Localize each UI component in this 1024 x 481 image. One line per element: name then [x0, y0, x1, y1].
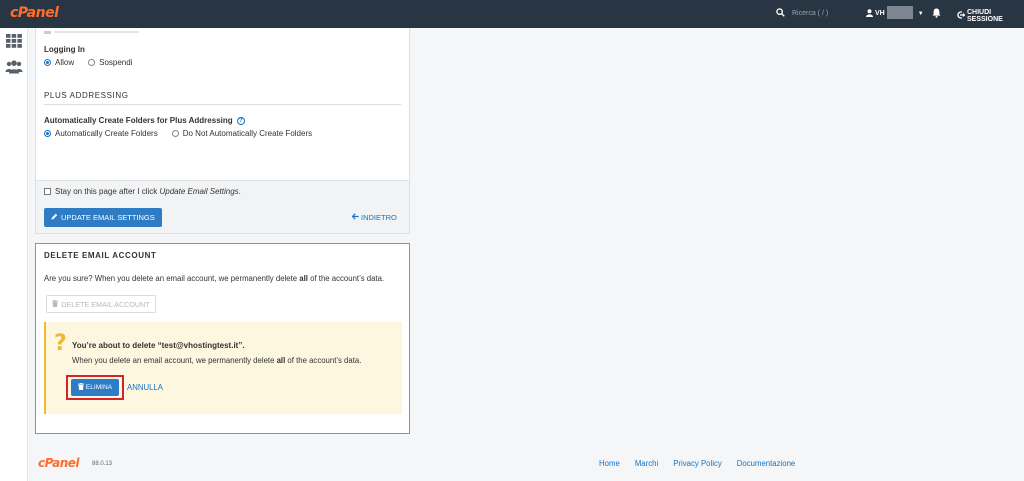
- user-name: VH: [875, 10, 885, 17]
- warning-question-icon: ?: [54, 331, 67, 356]
- bell-icon[interactable]: [932, 8, 941, 20]
- confirm-text-suffix: of the account’s data.: [285, 356, 362, 365]
- radio-auto-create-label[interactable]: Automatically Create Folders: [55, 129, 158, 138]
- elimina-button[interactable]: ELIMINA: [71, 379, 119, 396]
- top-bar: cPanel Ricerca ( / ) VH ▼ CHIUDI SESSION…: [0, 0, 1024, 28]
- delete-warning-bold: all: [299, 274, 308, 283]
- delete-email-account-panel: DELETE EMAIL ACCOUNT Are you sure? When …: [35, 243, 410, 434]
- arrow-left-icon: [351, 213, 359, 222]
- radio-sospendi-label[interactable]: Sospendi: [99, 58, 132, 67]
- radio-auto-create[interactable]: [44, 130, 51, 137]
- logout-label: CHIUDI SESSIONE: [967, 9, 1003, 23]
- trash-icon: [52, 299, 59, 309]
- logout-icon: [957, 11, 966, 21]
- update-email-settings-button[interactable]: UPDATE EMAIL SETTINGS: [44, 208, 162, 227]
- clipped-previous-row: [44, 28, 401, 34]
- chevron-down-icon[interactable]: ▼: [918, 11, 924, 17]
- footer-links: Home Marchi Privacy Policy Documentazion…: [599, 459, 795, 468]
- redacted-username: [886, 6, 913, 19]
- question-icon[interactable]: ?: [236, 117, 245, 125]
- logging-in-label: Logging In: [44, 45, 85, 54]
- cpanel-logo[interactable]: cPanel: [10, 5, 59, 21]
- delete-email-account-label: DELETE EMAIL ACCOUNT: [61, 299, 150, 309]
- confirm-title: You’re about to delete “test@vhostingtes…: [72, 341, 245, 350]
- plus-addressing-label: Automatically Create Folders for Plus Ad…: [44, 116, 401, 125]
- footer-cpanel-logo[interactable]: cPanel: [38, 456, 80, 470]
- search-icon[interactable]: [776, 8, 785, 19]
- stay-on-page-checkbox[interactable]: [44, 188, 51, 195]
- email-settings-panel: Logging In Allow Sospendi PLUS ADDRESSIN…: [35, 28, 410, 234]
- logout-button[interactable]: CHIUDI SESSIONE: [957, 9, 1024, 23]
- delete-section-title: DELETE EMAIL ACCOUNT: [44, 251, 157, 260]
- stay-label-emphasis: Update Email Settings: [159, 187, 239, 196]
- radio-allow-label[interactable]: Allow: [55, 58, 74, 67]
- footer-link-documentazione[interactable]: Documentazione: [737, 459, 796, 468]
- user-menu[interactable]: VH ▼: [866, 6, 924, 19]
- search-box[interactable]: Ricerca ( / ): [776, 8, 828, 19]
- stay-label-suffix: .: [238, 187, 241, 196]
- footer-link-privacy[interactable]: Privacy Policy: [673, 459, 722, 468]
- confirm-text-prefix: When you delete an email account, we per…: [72, 356, 277, 365]
- radio-sospendi[interactable]: [88, 59, 96, 66]
- delete-warning-prefix: Are you sure? When you delete an email a…: [44, 274, 300, 283]
- search-input[interactable]: Ricerca ( / ): [792, 10, 828, 17]
- delete-confirmation-alert: ? You’re about to delete “test@vhostingt…: [44, 322, 402, 414]
- footer-link-home[interactable]: Home: [599, 459, 620, 468]
- plus-addressing-heading: PLUS ADDRESSING: [44, 91, 401, 105]
- annulla-link[interactable]: ANNULLA: [127, 383, 163, 392]
- stay-on-page-row: Stay on this page after I click Update E…: [44, 187, 401, 196]
- form-actions: Stay on this page after I click Update E…: [36, 180, 409, 233]
- radio-no-auto-create[interactable]: [171, 130, 179, 137]
- back-link-label: INDIETRO: [361, 213, 397, 222]
- update-email-settings-label: UPDATE EMAIL SETTINGS: [61, 213, 155, 222]
- pencil-icon: [51, 213, 58, 222]
- delete-email-account-button: DELETE EMAIL ACCOUNT: [46, 295, 156, 313]
- stay-on-page-label[interactable]: Stay on this page after I click Update E…: [55, 187, 241, 196]
- plus-addressing-options: Automatically Create Folders Do Not Auto…: [44, 129, 401, 138]
- confirm-text-bold: all: [276, 356, 286, 365]
- left-sidebar: [0, 28, 28, 481]
- delete-warning-text: Are you sure? When you delete an email a…: [44, 274, 384, 283]
- trash-icon: [77, 383, 84, 392]
- confirm-text: When you delete an email account, we per…: [72, 356, 361, 365]
- users-icon[interactable]: [5, 60, 23, 76]
- radio-allow[interactable]: [44, 59, 51, 66]
- logging-in-options: Allow Sospendi: [44, 58, 401, 67]
- back-link[interactable]: INDIETRO: [351, 213, 397, 222]
- plus-addressing-label-text: Automatically Create Folders for Plus Ad…: [44, 116, 233, 125]
- delete-warning-suffix: of the account’s data.: [307, 274, 385, 283]
- footer-link-marchi[interactable]: Marchi: [635, 459, 658, 468]
- user-icon: [866, 8, 873, 19]
- radio-no-auto-create-label[interactable]: Do Not Automatically Create Folders: [183, 129, 312, 138]
- footer-version: 88.0.13: [92, 461, 113, 467]
- grid-icon[interactable]: [6, 34, 22, 50]
- elimina-label: ELIMINA: [85, 384, 113, 391]
- stay-label-prefix: Stay on this page after I click: [55, 187, 160, 196]
